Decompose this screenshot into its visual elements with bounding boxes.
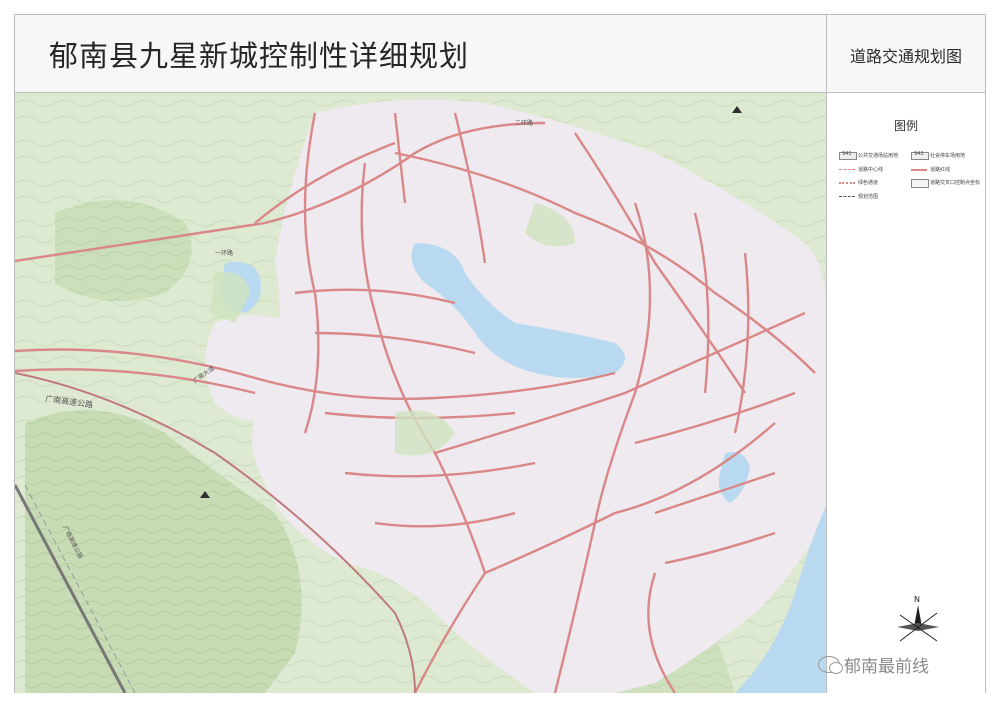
- page-title: 郁南县九星新城控制性详细规划: [49, 39, 470, 73]
- road-label-ring-1: 一环路: [215, 249, 233, 257]
- legend-label-red-line: 道路红线: [930, 167, 951, 173]
- legend-label-centerline: 道路中心线: [858, 167, 884, 173]
- drawing-name: 道路交通规划图: [849, 47, 962, 66]
- legend-label-bus-depot: 公共交通场站用地: [858, 153, 899, 159]
- legend-title: 图例: [893, 119, 918, 133]
- wechat-icon: [818, 656, 843, 674]
- legend-swatch-control-point: [911, 179, 929, 188]
- watermark-text: 郁南最前线: [844, 657, 929, 677]
- road-plan-map[interactable]: 广南高速公路 广南大道 一环路 二环路 广梧高速公路: [15, 93, 827, 693]
- north-label: N: [914, 595, 920, 604]
- plan-sheet: 郁南县九星新城控制性详细规划 道路交通规划图 广南高速公路 广南大道 一环路 二…: [14, 14, 986, 693]
- legend-swatch-centerline: [839, 169, 855, 170]
- legend-swatch-planning-boundary: [839, 196, 855, 197]
- legend-label-control-point: 道路交叉口控制点坐标: [930, 180, 981, 186]
- legend-swatch-green-path: [839, 182, 855, 184]
- title-bar: 郁南县九星新城控制性详细规划: [15, 15, 827, 93]
- legend-code-bus-depot: S41: [842, 151, 852, 157]
- drawing-name-box: 道路交通规划图: [827, 15, 985, 93]
- legend-code-parking: S42: [914, 151, 924, 157]
- legend-label-green-path: 绿色通道: [858, 180, 879, 186]
- hill-northwest: [55, 200, 192, 301]
- legend-label-planning-boundary: 规划范围: [858, 194, 879, 200]
- road-label-ring-2: 二环路: [515, 119, 533, 127]
- legend-swatch-red-line: [911, 169, 927, 171]
- legend-panel: 图例 S41 公共交通场站用地 S42 社会停车场用地 道路中心线 道路红线 绿…: [827, 93, 985, 693]
- legend-label-parking: 社会停车场用地: [930, 153, 966, 159]
- map-canvas: 广南高速公路 广南大道 一环路 二环路 广梧高速公路: [15, 93, 826, 693]
- watermark: 郁南最前线: [818, 652, 929, 677]
